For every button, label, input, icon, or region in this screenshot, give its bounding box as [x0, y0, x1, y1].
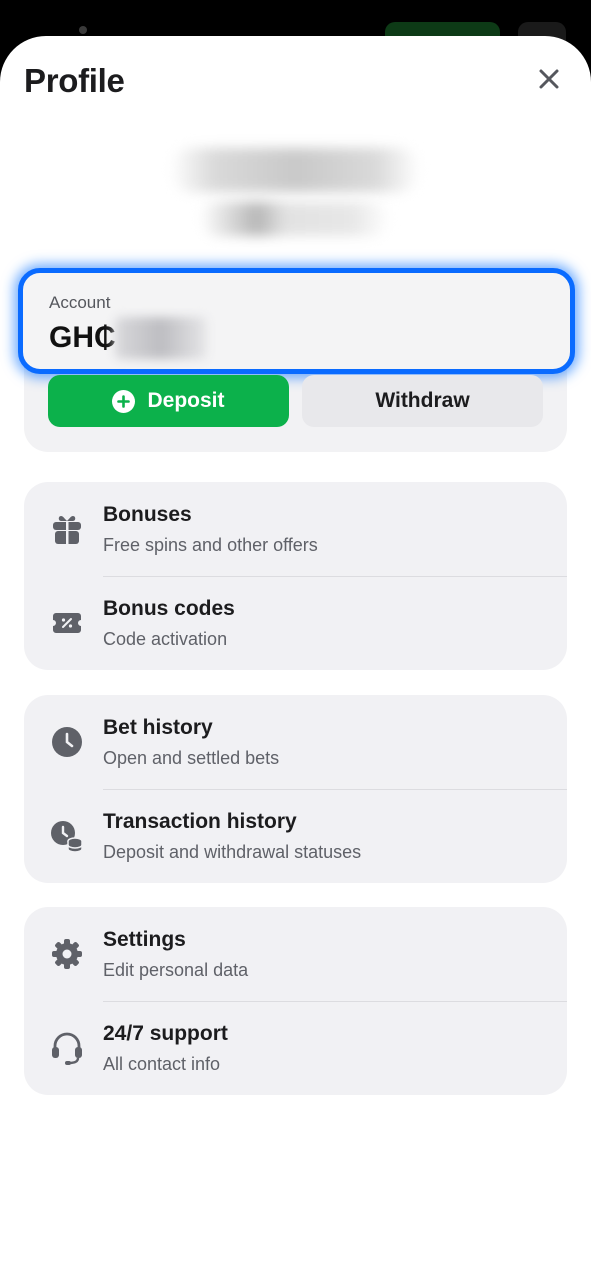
menu-item-title: Bet history: [103, 716, 213, 739]
clock-icon: [50, 725, 84, 759]
menu-item-settings[interactable]: Settings Edit personal data: [24, 907, 567, 1001]
plus-circle-icon: [112, 389, 136, 413]
user-name-redacted: [170, 148, 420, 192]
withdraw-label: Withdraw: [375, 389, 470, 412]
menu-item-support[interactable]: 24/7 support All contact info: [24, 1001, 567, 1095]
menu-item-title: Transaction history: [103, 810, 297, 833]
menu-group-settings: Settings Edit personal data 24/7 support…: [24, 907, 567, 1095]
menu-item-subtitle: Free spins and other offers: [103, 535, 318, 555]
menu-item-title: 24/7 support: [103, 1022, 228, 1045]
account-label: Account: [49, 293, 111, 312]
menu-group-bonuses: Bonuses Free spins and other offers Bonu…: [24, 482, 567, 670]
close-icon: [539, 69, 559, 89]
menu-item-subtitle: All contact info: [103, 1054, 221, 1074]
deposit-label: Deposit: [147, 389, 225, 412]
gift-icon: [50, 512, 84, 546]
deposit-button[interactable]: Deposit: [48, 375, 289, 427]
menu-item-title: Bonuses: [103, 503, 192, 526]
menu-item-bonus-codes[interactable]: Bonus codes Code activation: [24, 576, 567, 670]
withdraw-button[interactable]: Withdraw: [302, 375, 543, 427]
camera-dot: [79, 26, 87, 34]
menu-item-title: Settings: [103, 928, 186, 951]
gear-icon: [50, 937, 84, 971]
menu-item-subtitle: Open and settled bets: [103, 748, 280, 768]
page-title: Profile: [24, 62, 125, 99]
account-balance-box[interactable]: Account GH₵: [18, 268, 575, 374]
menu-item-subtitle: Edit personal data: [103, 960, 249, 980]
close-button[interactable]: [530, 60, 568, 98]
menu-item-bonuses[interactable]: Bonuses Free spins and other offers: [24, 482, 567, 576]
menu-item-subtitle: Deposit and withdrawal statuses: [103, 842, 362, 862]
menu-group-history: Bet history Open and settled bets Transa…: [24, 695, 567, 883]
coupon-icon: [50, 606, 84, 640]
menu-item-title: Bonus codes: [103, 597, 235, 620]
menu-item-transaction-history[interactable]: Transaction history Deposit and withdraw…: [24, 789, 567, 883]
menu-item-subtitle: Code activation: [103, 629, 228, 649]
menu-item-bet-history[interactable]: Bet history Open and settled bets: [24, 695, 567, 789]
user-id-redacted: [200, 202, 390, 236]
headset-icon: [50, 1031, 84, 1065]
clock-coins-icon: [50, 819, 84, 853]
balance-redacted: [115, 317, 207, 359]
account-currency: GH₵: [49, 321, 116, 354]
